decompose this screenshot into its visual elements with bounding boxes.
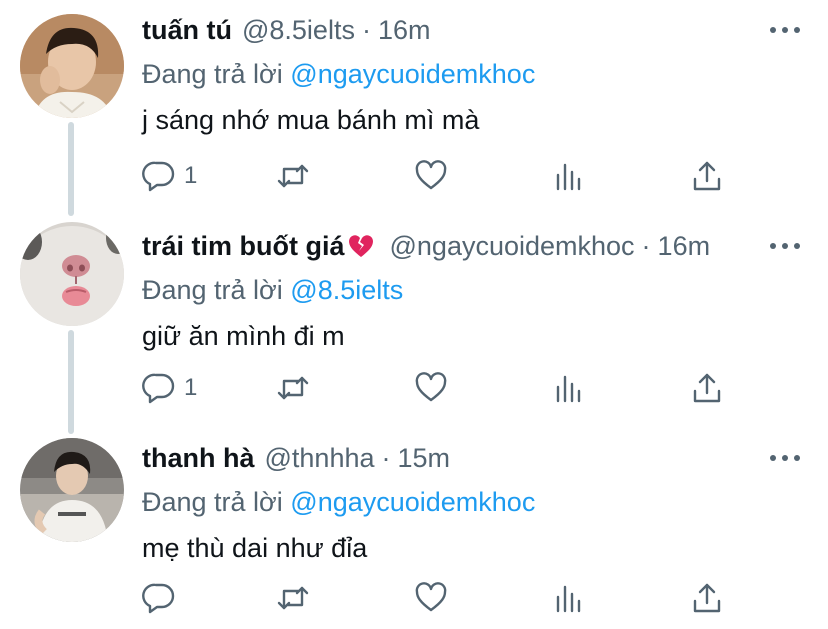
display-name[interactable]: tuấn tú <box>142 10 232 50</box>
like-button[interactable] <box>414 156 448 196</box>
retweet-button[interactable] <box>276 368 310 408</box>
retweet-button[interactable] <box>276 156 310 196</box>
retweet-icon <box>277 376 309 400</box>
replying-prefix: Đang trả lời <box>142 59 283 89</box>
tweet-text: giữ ăn mình đi m <box>142 321 345 351</box>
user-handle[interactable]: @ngaycuoidemkhoc <box>390 226 635 266</box>
separator-dot: · <box>361 15 371 45</box>
avatar-image <box>20 14 124 118</box>
reply-thread: tuấn tú @8.5ielts · 16m Đang trả lời @ng… <box>0 0 828 629</box>
tweet-header: tuấn tú @8.5ielts · 16m <box>142 10 430 50</box>
replying-prefix: Đang trả lời <box>142 275 283 305</box>
heart-icon <box>415 372 447 402</box>
analytics-button[interactable] <box>552 578 586 618</box>
tweet[interactable]: trái tim buốt giá @ngaycuoidemkhoc · 16m… <box>0 222 828 426</box>
reply-button[interactable]: 1 <box>142 156 197 196</box>
retweet-icon <box>277 586 309 610</box>
share-icon <box>693 161 721 191</box>
broken-heart-icon <box>348 235 373 257</box>
analytics-icon <box>556 163 581 191</box>
display-name[interactable]: thanh hà <box>142 438 255 478</box>
display-name[interactable]: trái tim buốt giá <box>142 226 345 266</box>
retweet-button[interactable] <box>276 578 310 618</box>
reply-icon <box>142 161 175 192</box>
avatar[interactable] <box>20 222 124 326</box>
more-options-icon[interactable] <box>770 448 800 468</box>
separator-dot: · <box>641 231 651 261</box>
timestamp[interactable]: 15m <box>398 438 451 478</box>
mention-link[interactable]: @8.5ielts <box>290 275 403 305</box>
avatar-image <box>20 222 124 326</box>
replying-to: Đang trả lời @8.5ielts <box>142 270 403 310</box>
tweet-text: j sáng nhớ mua bánh mì mà <box>142 105 480 135</box>
more-options-icon[interactable] <box>770 236 800 256</box>
timestamp[interactable]: 16m <box>658 226 711 266</box>
analytics-icon <box>556 585 581 613</box>
reply-count: 1 <box>184 374 198 401</box>
user-handle[interactable]: @8.5ielts <box>242 10 355 50</box>
avatar-image <box>20 438 124 542</box>
like-button[interactable] <box>414 578 448 618</box>
tweet[interactable]: thanh hà @thnhha · 15m Đang trả lời @nga… <box>0 438 828 628</box>
timestamp[interactable]: 16m <box>378 10 431 50</box>
tweet-actions <box>142 578 742 618</box>
like-button[interactable] <box>414 368 448 408</box>
analytics-button[interactable] <box>552 156 586 196</box>
tweet-header: trái tim buốt giá @ngaycuoidemkhoc · 16m <box>142 226 710 266</box>
share-button[interactable] <box>690 368 724 408</box>
heart-icon <box>415 582 447 612</box>
retweet-icon <box>277 164 309 188</box>
share-button[interactable] <box>690 156 724 196</box>
mention-link[interactable]: @ngaycuoidemkhoc <box>290 487 535 517</box>
user-handle[interactable]: @thnhha <box>265 438 375 478</box>
analytics-button[interactable] <box>552 368 586 408</box>
avatar[interactable] <box>20 438 124 542</box>
replying-to: Đang trả lời @ngaycuoidemkhoc <box>142 482 535 522</box>
more-options-icon[interactable] <box>770 20 800 40</box>
reply-count: 1 <box>184 162 198 189</box>
tweet-actions: 1 <box>142 156 742 196</box>
avatar[interactable] <box>20 14 124 118</box>
tweet-header: thanh hà @thnhha · 15m <box>142 438 450 478</box>
share-icon <box>693 583 721 613</box>
tweet-text: mẹ thù dai như đỉa <box>142 533 368 563</box>
tweet-actions: 1 <box>142 368 742 408</box>
reply-button[interactable]: 1 <box>142 368 197 408</box>
share-button[interactable] <box>690 578 724 618</box>
reply-button[interactable] <box>142 578 184 618</box>
heart-icon <box>415 160 447 190</box>
analytics-icon <box>556 375 581 403</box>
reply-icon <box>142 373 175 404</box>
mention-link[interactable]: @ngaycuoidemkhoc <box>290 59 535 89</box>
tweet[interactable]: tuấn tú @8.5ielts · 16m Đang trả lời @ng… <box>0 10 828 210</box>
replying-prefix: Đang trả lời <box>142 487 283 517</box>
share-icon <box>693 373 721 403</box>
replying-to: Đang trả lời @ngaycuoidemkhoc <box>142 54 535 94</box>
separator-dot: · <box>381 443 391 473</box>
reply-icon <box>142 583 175 614</box>
